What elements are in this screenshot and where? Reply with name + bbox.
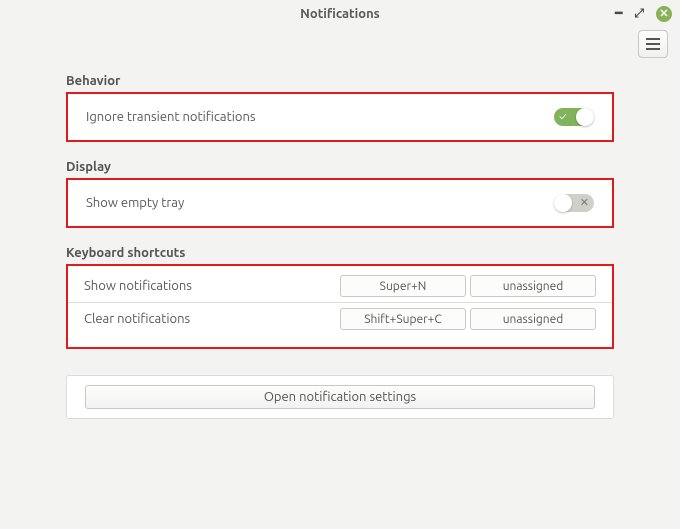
ignore-transient-row: Ignore transient notifications ✓ xyxy=(86,108,594,126)
toggle-thumb xyxy=(554,194,572,212)
show-empty-tray-row: Show empty tray ✕ xyxy=(86,194,594,212)
open-notification-settings-label: Open notification settings xyxy=(264,390,416,404)
footer-panel: Open notification settings xyxy=(66,375,614,419)
shortcuts-section: Show notifications Super+N unassigned Cl… xyxy=(66,264,614,349)
hamburger-icon xyxy=(646,38,660,50)
show-empty-tray-label: Show empty tray xyxy=(86,196,184,210)
window-title: Notifications xyxy=(300,7,380,21)
x-icon: ✕ xyxy=(580,194,589,212)
display-section-title: Display xyxy=(66,160,614,174)
table-row: Clear notifications Shift+Super+C unassi… xyxy=(84,303,596,335)
close-button[interactable]: ✕ xyxy=(656,6,672,22)
main-content: Behavior Ignore transient notifications … xyxy=(0,74,680,349)
hamburger-menu-button[interactable] xyxy=(638,30,668,58)
shortcut-binding[interactable]: unassigned xyxy=(470,308,596,330)
shortcut-binding[interactable]: unassigned xyxy=(470,275,596,297)
behavior-section: Ignore transient notifications ✓ xyxy=(66,92,614,142)
toolbar xyxy=(0,28,680,66)
maximize-button[interactable]: ⤢ xyxy=(634,8,644,20)
show-empty-tray-toggle[interactable]: ✕ xyxy=(554,194,594,212)
behavior-section-title: Behavior xyxy=(66,74,614,88)
table-row: Show notifications Super+N unassigned xyxy=(84,270,596,302)
shortcut-binding[interactable]: Shift+Super+C xyxy=(340,308,466,330)
shortcut-label: Show notifications xyxy=(84,279,340,293)
close-icon: ✕ xyxy=(659,9,668,20)
footer: Open notification settings xyxy=(0,375,680,419)
toggle-thumb xyxy=(576,108,594,126)
ignore-transient-toggle[interactable]: ✓ xyxy=(554,108,594,126)
open-notification-settings-button[interactable]: Open notification settings xyxy=(85,385,595,409)
check-icon: ✓ xyxy=(559,108,567,126)
window-controls: ━ ⤢ ✕ xyxy=(615,0,672,28)
shortcut-binding[interactable]: Super+N xyxy=(340,275,466,297)
title-bar: Notifications ━ ⤢ ✕ xyxy=(0,0,680,28)
ignore-transient-label: Ignore transient notifications xyxy=(86,110,256,124)
shortcut-label: Clear notifications xyxy=(84,312,340,326)
minimize-button[interactable]: ━ xyxy=(615,8,622,20)
shortcuts-section-title: Keyboard shortcuts xyxy=(66,246,614,260)
display-section: Show empty tray ✕ xyxy=(66,178,614,228)
